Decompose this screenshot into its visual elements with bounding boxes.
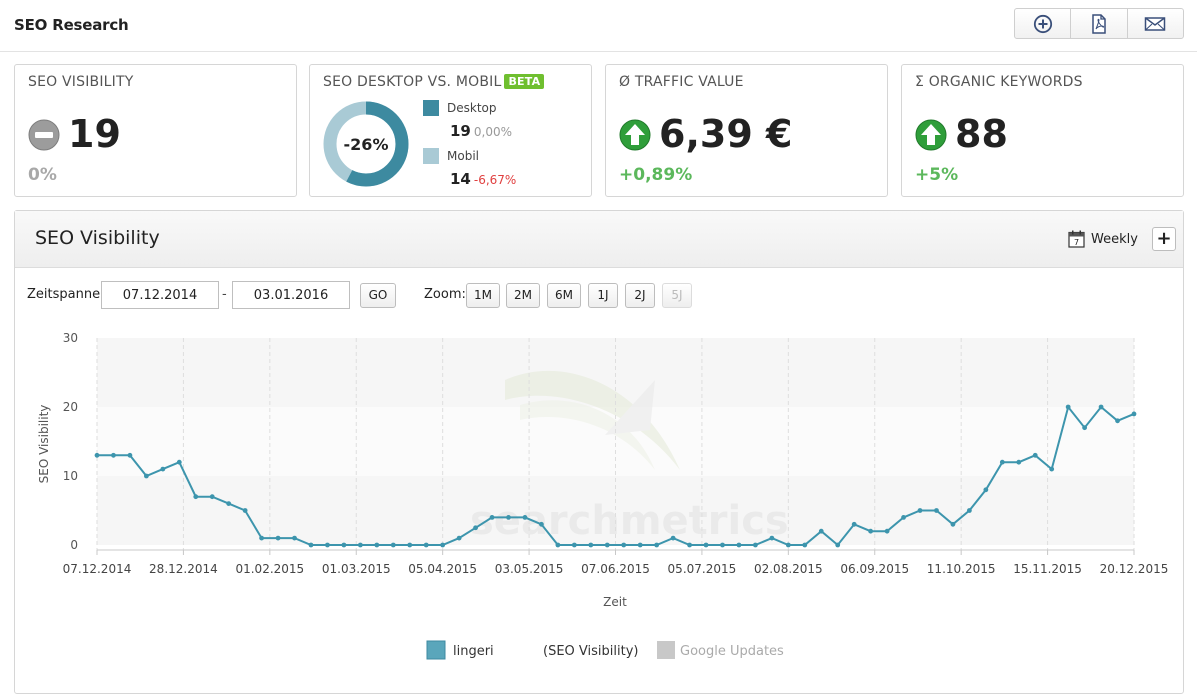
zoom-label: Zoom: [424,287,466,302]
arrow-up-icon [915,119,947,151]
desktop-value-row: 19 0,00% [450,122,512,140]
date-separator: - [222,287,227,302]
mobile-value: 14 [450,170,471,188]
mobile-value-row: 14 -6,67% [450,170,516,188]
zoom-1m-button[interactable]: 1M [466,283,500,308]
mobile-change: -6,67% [473,173,517,187]
visibility-change: 0% [28,165,57,185]
svg-text:7: 7 [1074,238,1079,247]
mobile-swatch [423,148,439,164]
zoom-2j-button[interactable]: 2J [625,283,655,308]
neutral-minus-icon [28,119,60,151]
email-button[interactable] [1128,9,1183,38]
legend-mobile: Mobil [423,148,479,164]
zoom-6m-button[interactable]: 6M [547,283,581,308]
card-title: SEO VISIBILITY [28,74,134,90]
timespan-label: Zeitspanne: [27,287,105,302]
traffic-value-card: Ø TRAFFIC VALUE 6,39 € +0,89% [605,64,888,197]
desktop-change: 0,00% [473,125,512,139]
go-button[interactable]: GO [360,283,396,308]
organic-keywords-card: Σ ORGANIC KEYWORDS 88 +5% [901,64,1184,197]
zoom-5j-button: 5J [662,283,692,308]
seo-visibility-card: SEO VISIBILITY 19 0% [14,64,297,197]
beta-badge: BETA [504,74,545,89]
card-title: SEO DESKTOP VS. MOBIL BETA [323,74,545,90]
card-title: Ø TRAFFIC VALUE [619,74,744,90]
pdf-icon [1092,13,1106,34]
date-to-input[interactable] [232,281,350,309]
desktop-label: Desktop [447,101,497,115]
add-circle-icon [1033,14,1052,33]
panel-title: SEO Visibility [35,227,160,249]
zoom-1j-button[interactable]: 1J [588,283,618,308]
desktop-vs-mobile-card: SEO DESKTOP VS. MOBIL BETA -26% Desktop 1… [309,64,592,197]
desktop-value: 19 [450,122,471,140]
donut-label: -26% [343,134,389,154]
pdf-export-button[interactable] [1071,9,1128,38]
card-title-text: SEO DESKTOP VS. MOBIL [323,74,502,90]
toolbar [1014,8,1184,39]
desktop-mobile-donut: -26% [322,100,410,188]
mobile-label: Mobil [447,149,479,163]
legend-desktop: Desktop [423,100,497,116]
arrow-up-icon [619,119,651,151]
desktop-swatch [423,100,439,116]
page-title: SEO Research [14,16,129,34]
add-chart-button[interactable]: + [1152,227,1176,251]
date-from-input[interactable] [101,281,219,309]
traffic-change: +0,89% [619,165,693,185]
mail-icon [1145,16,1166,31]
calendar-icon: 7 [1068,230,1085,248]
interval-label: Weekly [1091,231,1138,247]
keywords-change: +5% [915,165,959,185]
visibility-value: 19 [68,112,121,156]
traffic-value: 6,39 € [659,112,793,156]
panel-header: SEO Visibility 7 Weekly + [15,211,1183,268]
interval-selector[interactable]: 7 Weekly [1068,230,1138,248]
top-bar: SEO Research [0,0,1197,52]
add-button[interactable] [1015,9,1072,38]
card-title: Σ ORGANIC KEYWORDS [915,74,1083,90]
keywords-value: 88 [955,112,1008,156]
zoom-2m-button[interactable]: 2M [506,283,540,308]
